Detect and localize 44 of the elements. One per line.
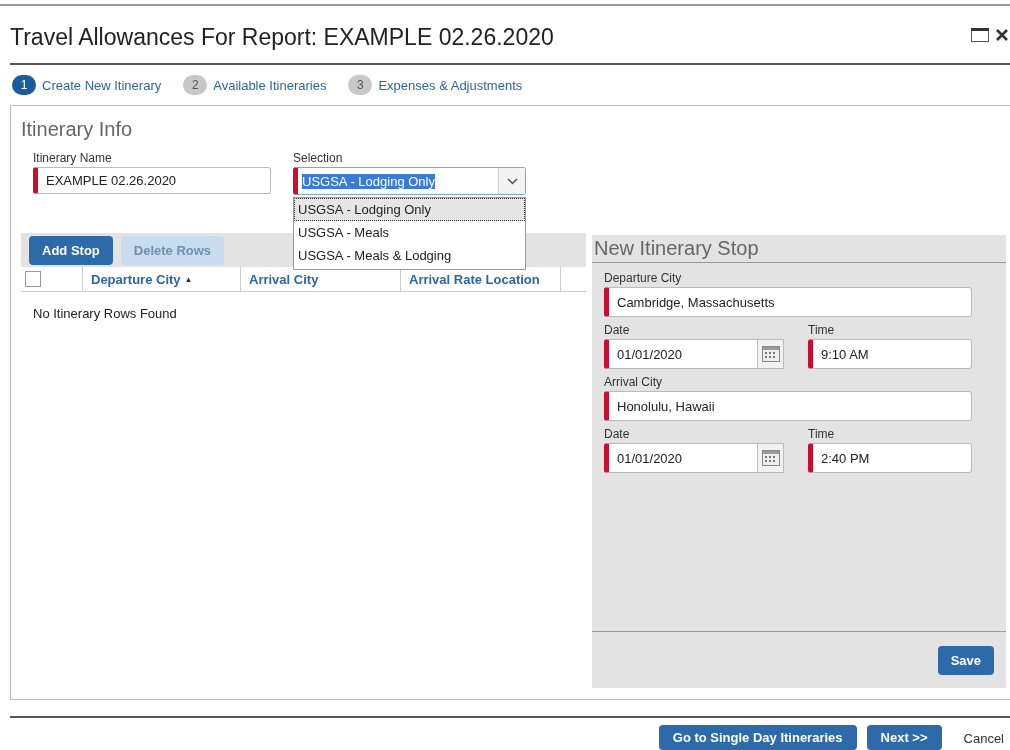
time-field[interactable]: 2:40 PM	[808, 443, 972, 473]
add-stop-button[interactable]: Add Stop	[29, 235, 113, 265]
chevron-down-icon	[506, 177, 518, 185]
column-header[interactable]: Arrival Rate Location	[401, 267, 561, 291]
date-field[interactable]: 01/01/2020	[604, 443, 758, 473]
field-label: Date	[604, 427, 631, 441]
field-label: Selection	[293, 151, 344, 165]
empty-message: No Itinerary Rows Found	[33, 306, 178, 321]
maximize-icon[interactable]	[971, 27, 989, 42]
step-number: 1	[12, 75, 36, 95]
dropdown-option[interactable]: USGSA - Meals	[294, 221, 525, 244]
field-label: Time	[808, 427, 836, 441]
field-label: Date	[604, 323, 631, 337]
field-label: Itinerary Name	[33, 151, 113, 165]
checkbox[interactable]	[25, 271, 41, 287]
footer-button[interactable]: Next >>	[866, 725, 942, 750]
column-header[interactable]: Arrival City	[241, 267, 401, 291]
field-label: Time	[808, 323, 836, 337]
dropdown-field[interactable]: USGSA - Lodging Only	[293, 167, 526, 195]
text-field[interactable]: Honolulu, Hawaii	[604, 391, 972, 421]
column-header-label[interactable]: Departure City	[91, 271, 181, 287]
step-label[interactable]: Create New Itinerary	[42, 77, 162, 93]
close-icon[interactable]	[996, 28, 1008, 41]
calendar-icon[interactable]	[761, 346, 780, 362]
dropdown-option[interactable]: USGSA - Meals & Lodging	[294, 244, 525, 267]
time-field[interactable]: 9:10 AM	[808, 339, 972, 369]
window-title: Travel Allowances For Report: EXAMPLE 02.26.2020	[10, 24, 554, 51]
section-heading: Itinerary Info	[21, 118, 134, 141]
save-button[interactable]: Save	[937, 645, 994, 675]
text-field[interactable]: Cambridge, Massachusetts	[604, 287, 972, 317]
sort-indicator: ▲	[184, 274, 193, 284]
dropdown-option[interactable]: USGSA - Lodging Only	[294, 198, 525, 221]
step-number: 3	[348, 75, 373, 95]
cancel-link[interactable]: Cancel	[951, 731, 1004, 750]
field-label: Arrival City	[604, 375, 663, 389]
calendar-icon[interactable]	[761, 450, 780, 466]
text-field[interactable]: EXAMPLE 02.26.2020	[33, 167, 271, 194]
date-field[interactable]: 01/01/2020	[604, 339, 758, 369]
footer-button[interactable]: Go to Single Day Itineraries	[658, 725, 857, 750]
step-label[interactable]: Expenses & Adjustments	[378, 77, 523, 93]
step-number: 2	[183, 75, 208, 95]
field-label: Departure City	[604, 271, 683, 285]
panel-heading: New Itinerary Stop	[592, 235, 1006, 263]
step-label[interactable]: Available Itineraries	[213, 77, 327, 93]
